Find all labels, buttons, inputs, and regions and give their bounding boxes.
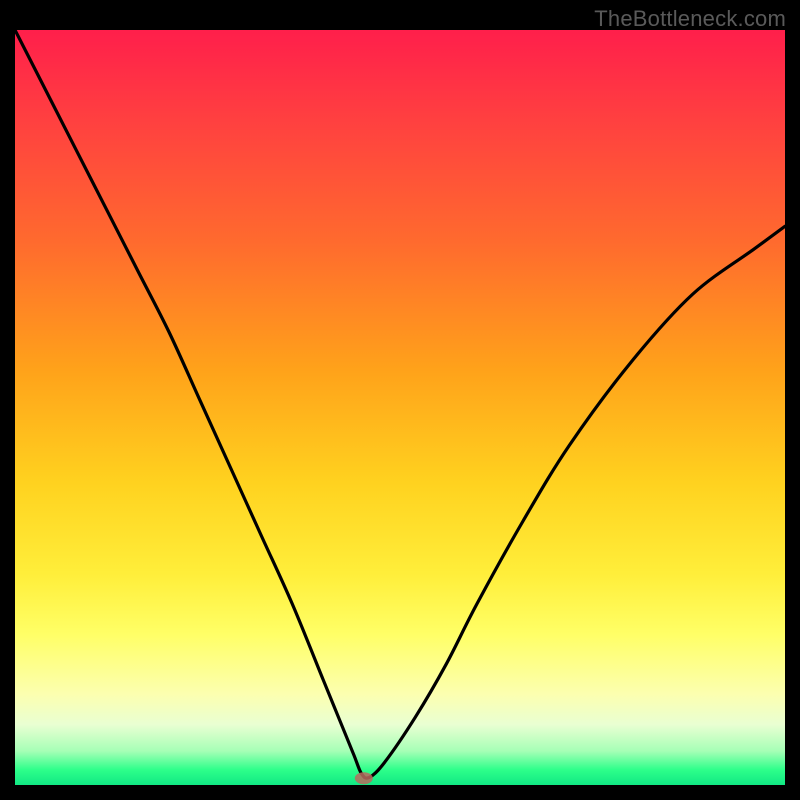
bottleneck-curve	[15, 30, 785, 785]
minimum-marker	[355, 772, 373, 784]
curve-line	[15, 30, 785, 778]
watermark-text: TheBottleneck.com	[594, 6, 786, 32]
plot-area	[15, 30, 785, 785]
chart-frame: TheBottleneck.com	[0, 0, 800, 800]
